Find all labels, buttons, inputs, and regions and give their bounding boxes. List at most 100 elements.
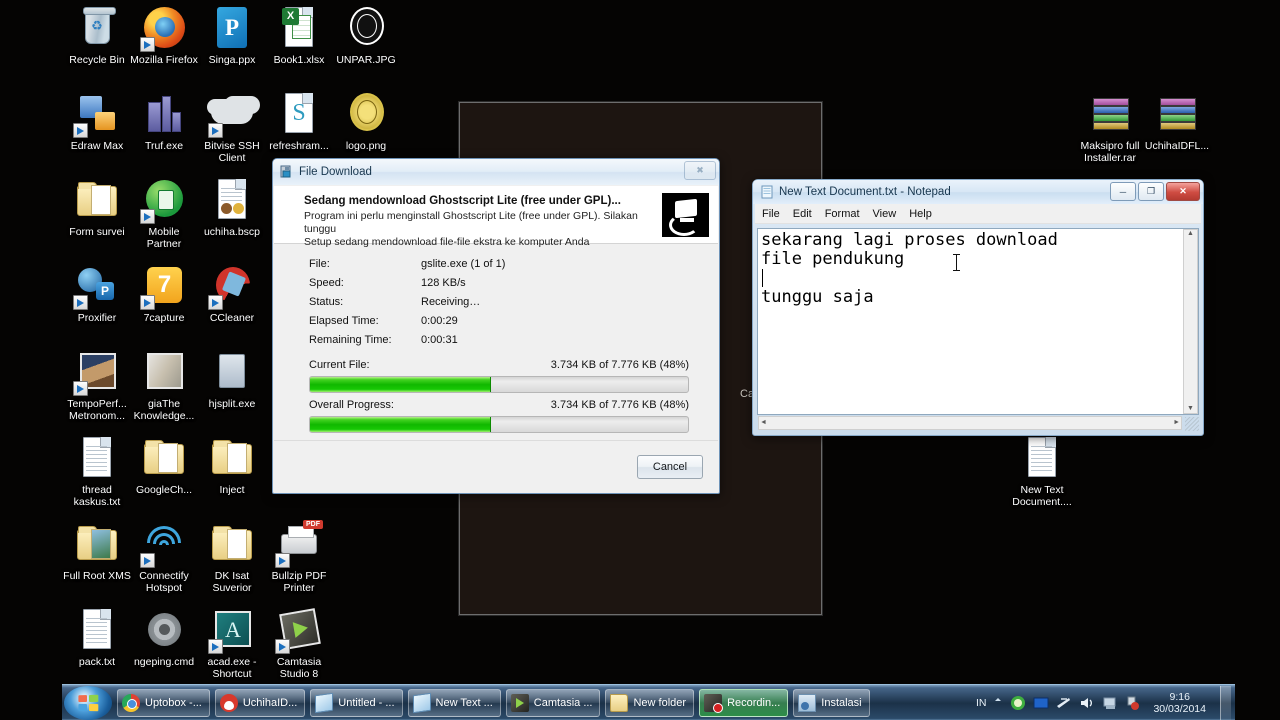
taskbar-button[interactable]: Untitled - ... (310, 688, 403, 717)
scroll-up-icon[interactable]: ▲ (1184, 230, 1197, 237)
desktop-icon[interactable]: ngeping.cmd (130, 606, 198, 669)
installer-window-icon (280, 165, 294, 179)
desktop-icon-label: Maksipro full Installer.rar (1080, 140, 1140, 164)
taskbar-button[interactable]: Instalasi (793, 688, 870, 717)
taskbar-button[interactable]: Camtasia ... (505, 688, 601, 717)
desktop-icon[interactable]: Full Root XMS (63, 520, 131, 583)
file-download-heading: Sedang mendownload Ghostscript Lite (fre… (304, 195, 621, 207)
taskbar-button[interactable]: New folder (605, 688, 695, 717)
notepad-window[interactable]: New Text Document.txt - Notepad ─ ❐ ✕ Fi… (752, 179, 1204, 436)
safely-remove-hardware-icon[interactable] (1125, 695, 1141, 711)
menu-item-help[interactable]: Help (909, 208, 932, 220)
notepad-text-area[interactable]: sekarang lagi proses download file pendu… (757, 228, 1199, 415)
desktop-icon[interactable]: Srefreshram... (265, 90, 333, 153)
notepad-window-buttons[interactable]: ─ ❐ ✕ (1110, 182, 1200, 201)
desktop-icon[interactable]: Mobile Partner (130, 176, 198, 250)
desktop-icon[interactable]: Truf.exe (130, 90, 198, 153)
desktop-icon-label: TempoPerf... Metronom... (67, 398, 127, 422)
network-icon[interactable] (1056, 695, 1072, 711)
script-file-icon: S (275, 90, 323, 138)
desktop-icon[interactable]: UchihaIDFL... (1143, 90, 1211, 153)
desktop-icon[interactable]: DK Isat Suverior (198, 520, 266, 594)
desktop-icon[interactable]: logo.png (332, 90, 400, 153)
desktop-icon[interactable]: UNPAR.JPG (332, 4, 400, 67)
file-download-window-buttons[interactable]: ✖ (684, 161, 716, 180)
menu-item-format[interactable]: Format (825, 208, 860, 220)
desktop-icon[interactable]: Form survei (63, 176, 131, 239)
taskbar-button[interactable]: New Text ... (407, 688, 501, 717)
desktop-icon[interactable]: hjsplit.exe (198, 348, 266, 411)
desktop-icon[interactable]: GoogleCh... (130, 434, 198, 497)
taskbar[interactable]: Uptobox -... UchihaID... Untitled - ... New… (62, 684, 1235, 720)
taskbar-button[interactable]: Uptobox -... (117, 688, 210, 717)
image-file-icon (342, 4, 390, 52)
desktop-icon[interactable]: PDF Bullzip PDF Printer (265, 520, 333, 594)
desktop-icon[interactable]: pack.txt (63, 606, 131, 669)
desktop-icon[interactable]: 7capture (130, 262, 198, 325)
desktop-icon-label: refreshram... (269, 140, 329, 152)
tray-language-indicator[interactable]: IN (976, 697, 987, 709)
start-button[interactable] (64, 685, 112, 720)
notepad-titlebar[interactable]: New Text Document.txt - Notepad ─ ❐ ✕ (753, 180, 1203, 204)
desktop-icon[interactable]: P Proxifier (63, 262, 131, 325)
text-file-icon (73, 606, 121, 654)
desktop-icon[interactable]: CCleaner (198, 262, 266, 325)
proxifier-icon: P (73, 262, 121, 310)
detail-value: 0:00:29 (421, 315, 458, 327)
scroll-down-icon[interactable]: ▼ (1184, 405, 1197, 412)
desktop-icon[interactable]: TempoPerf... Metronom... (63, 348, 131, 422)
desktop-icon[interactable]: Mozilla Firefox (130, 4, 198, 67)
file-download-titlebar[interactable]: File Download ✖ (273, 159, 719, 185)
detail-value: 128 KB/s (421, 277, 466, 289)
taskbar-button[interactable]: UchihaID... (214, 688, 306, 717)
resize-grip[interactable] (1185, 417, 1199, 431)
scroll-right-icon[interactable]: ► (1173, 419, 1180, 426)
desktop-icon[interactable]: Inject (198, 434, 266, 497)
show-desktop-button[interactable] (1220, 685, 1231, 720)
desktop-icon[interactable]: Bitvise SSH Client (198, 90, 266, 164)
utorrent-icon[interactable] (1010, 695, 1026, 711)
menu-item-view[interactable]: View (873, 208, 897, 220)
volume-icon[interactable] (1079, 695, 1095, 711)
image-thumbnail-icon (140, 348, 188, 396)
camtasia-icon (275, 606, 323, 654)
desktop-icon[interactable]: X Book1.xlsx (265, 4, 333, 67)
desktop-icon[interactable]: Camtasia Studio 8 (265, 606, 333, 680)
menu-item-file[interactable]: File (762, 208, 780, 220)
desktop-icon[interactable]: thread kaskus.txt (63, 434, 131, 508)
taskbar-button-label: Uptobox -... (145, 696, 202, 709)
desktop-icon[interactable]: Maksipro full Installer.rar (1076, 90, 1144, 164)
system-tray[interactable]: IN 9:16 30/03/2014 (976, 685, 1235, 720)
horizontal-scrollbar[interactable]: ◄ ► (758, 416, 1182, 430)
progress-group: Overall Progress: 3.734 KB of 7.776 KB (4… (273, 393, 719, 433)
file-download-body: Sedang mendownload Ghostscript Lite (fre… (273, 185, 719, 493)
file-download-dialog[interactable]: File Download ✖ Sedang mendownload Ghost… (272, 158, 720, 494)
desktop-icon[interactable]: Singa.ppx (198, 4, 266, 67)
menu-item-edit[interactable]: Edit (793, 208, 812, 220)
desktop-icon[interactable]: Connectify Hotspot (130, 520, 198, 594)
shortcut-overlay-icon (140, 295, 155, 310)
file-download-subtext-2: Setup sedang mendownload file-file ekstr… (304, 236, 590, 248)
taskbar-button[interactable]: Recordin... (699, 688, 789, 717)
minimize-icon[interactable]: ─ (1110, 182, 1136, 201)
desktop-icon[interactable]: ♻ Recycle Bin (63, 4, 131, 67)
clock[interactable]: 9:16 30/03/2014 (1148, 691, 1211, 715)
maximize-icon[interactable]: ❐ (1138, 182, 1164, 201)
taskbar-button-label: Instalasi (821, 696, 862, 709)
cancel-button[interactable]: Cancel (637, 455, 703, 479)
vertical-scrollbar[interactable]: ▲ ▼ (1183, 229, 1198, 414)
desktop-icon[interactable]: giaThe Knowledge... (130, 348, 198, 422)
scroll-left-icon[interactable]: ◄ (760, 419, 767, 426)
taskbar-button-label: New folder (633, 696, 687, 709)
chevron-up-icon[interactable] (993, 695, 1003, 711)
desktop-icon[interactable]: Edraw Max (63, 90, 131, 153)
taskbar-button-label: Recordin... (727, 696, 781, 709)
display-icon[interactable] (1033, 695, 1049, 711)
action-center-icon[interactable] (1102, 695, 1118, 711)
close-icon[interactable]: ✕ (1166, 182, 1200, 201)
desktop-icon-label: 7capture (143, 312, 185, 324)
notepad-menubar[interactable]: File Edit Format View Help (755, 204, 1201, 224)
desktop-icon[interactable]: uchiha.bscp (198, 176, 266, 239)
desktop-icon[interactable]: New Text Document.... (1008, 434, 1076, 508)
desktop-icon[interactable]: acad.exe - Shortcut (198, 606, 266, 680)
